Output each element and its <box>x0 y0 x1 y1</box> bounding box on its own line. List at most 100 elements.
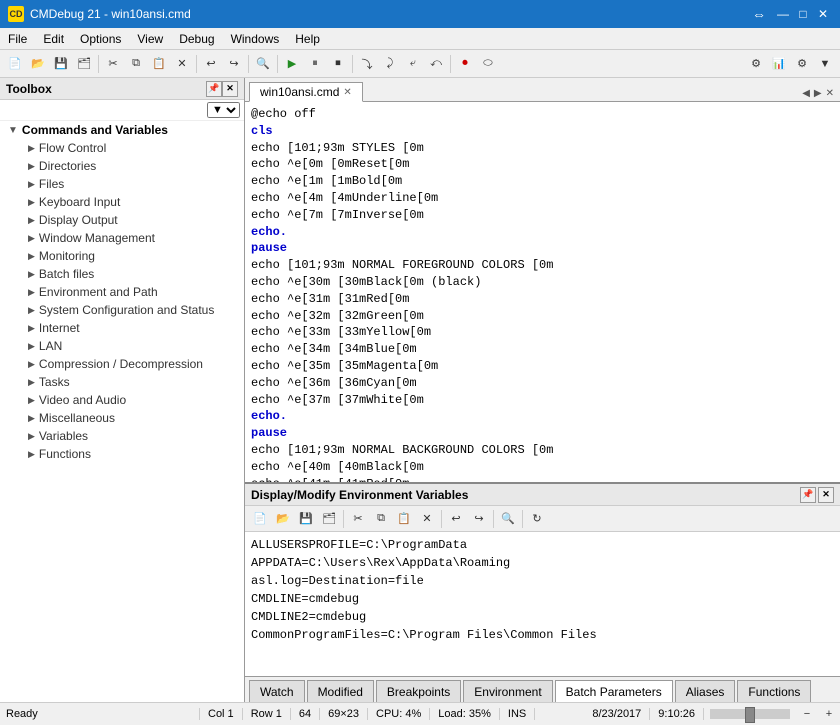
menu-windows[interactable]: Windows <box>223 28 288 49</box>
menu-debug[interactable]: Debug <box>171 28 222 49</box>
tree-category-commands[interactable]: ▼ Commands and Variables <box>0 121 244 139</box>
tree-item-misc[interactable]: ▶ Miscellaneous <box>0 409 244 427</box>
undo-button[interactable]: ↩ <box>200 53 222 75</box>
menu-options[interactable]: Options <box>72 28 129 49</box>
tab-close-all[interactable]: ✕ <box>824 86 836 101</box>
code-line: echo. <box>251 224 834 241</box>
panel-content[interactable]: ALLUSERSPROFILE=C:\ProgramDataAPPDATA=C:… <box>245 532 840 676</box>
minimize-button[interactable]: — <box>774 5 792 23</box>
cut-button[interactable]: ✂ <box>102 53 124 75</box>
menu-file[interactable]: File <box>0 28 35 49</box>
panel-redo-btn[interactable]: ↪ <box>468 508 490 530</box>
code-line: echo ^e[30m [30mBlack[0m (black) <box>251 274 834 291</box>
bottom-tab-batch-parameters[interactable]: Batch Parameters <box>555 680 673 702</box>
tree-item-variables[interactable]: ▶ Variables <box>0 427 244 445</box>
step-back-button[interactable]: ⤺ <box>425 53 447 75</box>
panel-undo-btn[interactable]: ↩ <box>445 508 467 530</box>
panel-open-btn[interactable]: 📂 <box>272 508 294 530</box>
step-into-button[interactable]: ⤵ <box>356 53 378 75</box>
tree-item-lan[interactable]: ▶ LAN <box>0 337 244 355</box>
stop-button[interactable]: ⏹ <box>327 53 349 75</box>
redo-button[interactable]: ↪ <box>223 53 245 75</box>
menu-view[interactable]: View <box>129 28 171 49</box>
ellipse-button[interactable]: ⬭ <box>477 53 499 75</box>
step-over-button[interactable]: ⤸ <box>379 53 401 75</box>
menu-edit[interactable]: Edit <box>35 28 72 49</box>
bottom-tabs: WatchModifiedBreakpointsEnvironmentBatch… <box>245 676 840 702</box>
delete-button[interactable]: ✕ <box>171 53 193 75</box>
copy-button[interactable]: ⧉ <box>125 53 147 75</box>
tree-item-display[interactable]: ▶ Display Output <box>0 211 244 229</box>
settings-btn-2[interactable]: 📊 <box>768 53 790 75</box>
tree-item-system-config[interactable]: ▶ System Configuration and Status <box>0 301 244 319</box>
menu-bar: File Edit Options View Debug Windows Hel… <box>0 28 840 50</box>
save-button[interactable]: 💾 <box>50 53 72 75</box>
panel-paste-btn[interactable]: 📋 <box>393 508 415 530</box>
find-button[interactable]: 🔍 <box>252 53 274 75</box>
bottom-tab-aliases[interactable]: Aliases <box>675 680 736 702</box>
paste-button[interactable]: 📋 <box>148 53 170 75</box>
zoom-out-btn[interactable]: − <box>796 703 818 725</box>
panel-save-all-btn[interactable]: 🗂 <box>318 508 340 530</box>
toolbar-sep-5 <box>352 55 353 73</box>
new-button[interactable]: 📄 <box>4 53 26 75</box>
tree-item-directories[interactable]: ▶ Directories <box>0 157 244 175</box>
code-content[interactable]: @echo offclsecho [101;93m STYLES [0mecho… <box>245 102 840 482</box>
step-out-button[interactable]: ⤶ <box>402 53 424 75</box>
zoom-slider[interactable] <box>710 709 790 719</box>
close-button[interactable]: ✕ <box>814 5 832 23</box>
editor-tab-win10ansi[interactable]: win10ansi.cmd ✕ <box>249 82 363 102</box>
panel-new-btn[interactable]: 📄 <box>249 508 271 530</box>
menu-help[interactable]: Help <box>287 28 328 49</box>
toolbox-panel: Toolbox 📌 ✕ ▼ ▼ Commands and Variables ▶… <box>0 78 245 702</box>
panel-find-btn[interactable]: 🔍 <box>497 508 519 530</box>
tree-item-files[interactable]: ▶ Files <box>0 175 244 193</box>
bottom-tab-functions[interactable]: Functions <box>737 680 811 702</box>
toolbox-pin-button[interactable]: 📌 <box>206 81 222 97</box>
panel-close-button[interactable]: ✕ <box>818 487 834 503</box>
open-button[interactable]: 📂 <box>27 53 49 75</box>
dropdown-btn[interactable]: ▼ <box>814 53 836 75</box>
code-editor[interactable]: @echo offclsecho [101;93m STYLES [0mecho… <box>245 102 840 482</box>
tree-item-window[interactable]: ▶ Window Management <box>0 229 244 247</box>
panel-refresh-btn[interactable]: ↻ <box>526 508 548 530</box>
pause-button[interactable]: ⏸ <box>304 53 326 75</box>
tab-nav-right[interactable]: ▶ <box>812 86 824 101</box>
panel-delete-btn[interactable]: ✕ <box>416 508 438 530</box>
zoom-in-btn[interactable]: + <box>818 703 840 725</box>
toolbox-close-button[interactable]: ✕ <box>222 81 238 97</box>
tab-close-icon[interactable]: ✕ <box>343 87 351 98</box>
panel-copy-btn[interactable]: ⧉ <box>370 508 392 530</box>
tree-item-flow[interactable]: ▶ Flow Control <box>0 139 244 157</box>
panel-cut-btn[interactable]: ✂ <box>347 508 369 530</box>
status-time: 9:10:26 <box>650 708 704 720</box>
tree-item-keyboard[interactable]: ▶ Keyboard Input <box>0 193 244 211</box>
tree-item-batch[interactable]: ▶ Batch files <box>0 265 244 283</box>
status-col: Col 1 <box>200 708 243 720</box>
tree-item-tasks[interactable]: ▶ Tasks <box>0 373 244 391</box>
run-button[interactable]: ▶ <box>281 53 303 75</box>
code-line: cls <box>251 123 834 140</box>
tree-item-monitoring[interactable]: ▶ Monitoring <box>0 247 244 265</box>
save-all-button[interactable]: 🗂 <box>73 53 95 75</box>
toolbox-scroll[interactable]: ▼ ▼ Commands and Variables ▶ Flow Contro… <box>0 100 244 702</box>
bottom-tab-watch[interactable]: Watch <box>249 680 305 702</box>
tree-item-video[interactable]: ▶ Video and Audio <box>0 391 244 409</box>
record-button[interactable]: ⏺ <box>454 53 476 75</box>
tree-item-env-path[interactable]: ▶ Environment and Path <box>0 283 244 301</box>
tree-item-functions[interactable]: ▶ Functions <box>0 445 244 463</box>
tab-nav-left[interactable]: ◀ <box>800 86 812 101</box>
panel-save-btn[interactable]: 💾 <box>295 508 317 530</box>
settings-btn-3[interactable]: ⚙ <box>791 53 813 75</box>
toolbox-select[interactable]: ▼ <box>207 102 240 118</box>
maximize-button[interactable]: □ <box>794 5 812 23</box>
toolbox-dropdown[interactable]: ▼ <box>0 100 244 121</box>
panel-pin-button[interactable]: 📌 <box>800 487 816 503</box>
settings-btn-1[interactable]: ⚙ <box>745 53 767 75</box>
tree-item-internet[interactable]: ▶ Internet <box>0 319 244 337</box>
bottom-tab-breakpoints[interactable]: Breakpoints <box>376 680 461 702</box>
env-line: asl.log=Destination=file <box>251 572 834 590</box>
bottom-tab-environment[interactable]: Environment <box>463 680 552 702</box>
bottom-tab-modified[interactable]: Modified <box>307 680 374 702</box>
tree-item-compression[interactable]: ▶ Compression / Decompression <box>0 355 244 373</box>
